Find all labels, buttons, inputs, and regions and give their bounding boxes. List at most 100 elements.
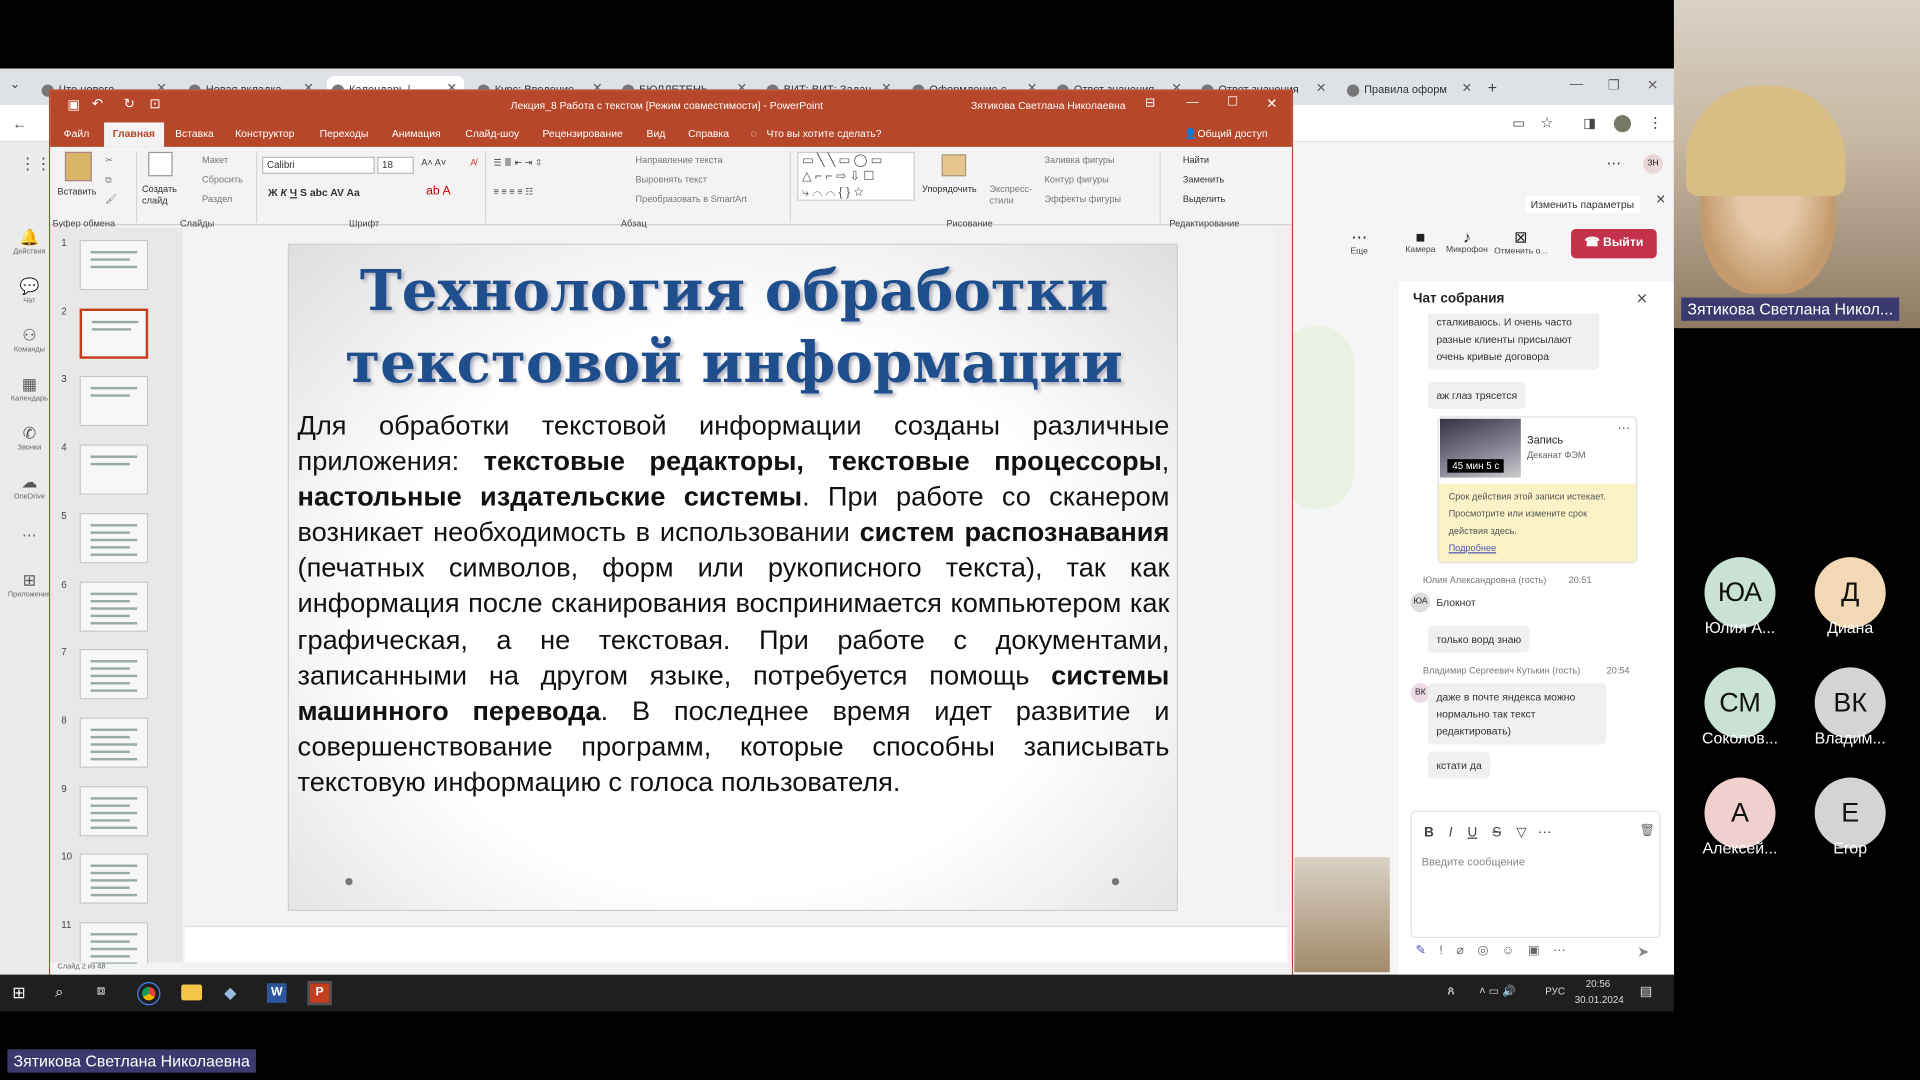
underline-icon[interactable]: U xyxy=(1468,825,1478,840)
meeting-control[interactable]: ⋯ Еще xyxy=(1332,228,1386,256)
tab-design[interactable]: Конструктор xyxy=(235,127,294,139)
restore-browser-icon[interactable]: ❐ xyxy=(1608,77,1620,93)
back-icon[interactable]: ← xyxy=(12,115,27,132)
tab-home[interactable]: Главная xyxy=(104,122,164,147)
strikethrough-icon[interactable]: S xyxy=(1492,825,1501,840)
signed-in-user[interactable]: Зятикова Светлана Николаевна xyxy=(971,99,1126,111)
smartart-button[interactable]: Преобразовать в SmartArt xyxy=(636,193,747,204)
shape-effects-button[interactable]: Эффекты фигуры xyxy=(1044,193,1121,204)
emoji-icon[interactable]: ☺ xyxy=(1502,944,1515,957)
pen-app-icon[interactable]: ◆ xyxy=(224,983,236,1003)
copy-icon[interactable]: ⧉ xyxy=(105,174,112,186)
align-icons[interactable]: ≡ ≡ ≡ ≡ ☷ xyxy=(493,186,533,197)
clock-time[interactable]: 20:56 xyxy=(1586,978,1611,989)
close-browser-icon[interactable]: ✕ xyxy=(1647,77,1658,93)
tray-icons[interactable]: ˄ ▭ 🔊 xyxy=(1479,984,1516,997)
tab-slideshow[interactable]: Слайд-шоу xyxy=(465,127,519,139)
attach-icon[interactable]: ⌀ xyxy=(1456,944,1463,957)
new-tab-button[interactable]: + xyxy=(1488,78,1497,96)
word-icon[interactable]: W xyxy=(266,983,287,1003)
teams-rail-item[interactable]: ✆ Звонки xyxy=(5,424,54,452)
cast-icon[interactable]: ▭ xyxy=(1512,115,1525,131)
italic-icon[interactable]: I xyxy=(1449,825,1453,840)
redo-icon[interactable]: ↻ xyxy=(124,96,135,112)
change-params-button[interactable]: Изменить параметры xyxy=(1525,195,1639,214)
more-actions-icon[interactable]: ⋯ xyxy=(1553,944,1565,957)
language-indicator[interactable]: РУС xyxy=(1545,986,1565,997)
list-icons[interactable]: ☰ ≣ ⇤ ⇥ ⇳ xyxy=(493,157,542,168)
layout-button[interactable]: Макет xyxy=(202,154,228,165)
font-format-icons[interactable]: Ж К Ч S abc AV Aa xyxy=(268,186,360,198)
new-slide-icon[interactable] xyxy=(148,151,173,177)
notifications-icon[interactable]: ▤ xyxy=(1640,983,1653,999)
align-text-button[interactable]: Выровнять текст xyxy=(636,174,708,185)
slide-thumbnail[interactable] xyxy=(79,581,149,632)
close-tab-icon[interactable]: ✕ xyxy=(1462,82,1472,95)
clear-format-icon[interactable]: A̸ xyxy=(470,157,476,168)
leave-button[interactable]: ☎ Выйти xyxy=(1571,228,1657,259)
message-input[interactable]: Введите сообщение xyxy=(1422,856,1525,868)
tab-help[interactable]: Справка xyxy=(688,127,729,139)
slide-canvas[interactable]: Технология обработки текстовой информаци… xyxy=(287,243,1178,912)
slide-thumbnail[interactable] xyxy=(79,785,149,836)
find-button[interactable]: Найти xyxy=(1183,154,1209,165)
clock-date[interactable]: 30.01.2024 xyxy=(1575,994,1624,1005)
minimize-browser-icon[interactable]: — xyxy=(1570,77,1583,92)
slide-thumbnail[interactable] xyxy=(79,853,149,905)
close-chat-icon[interactable]: ✕ xyxy=(1636,290,1648,307)
close-icon[interactable]: ✕ xyxy=(1266,96,1277,112)
font-color-icon[interactable]: ab A xyxy=(426,185,451,198)
tab-file[interactable]: Файл xyxy=(64,127,90,139)
browser-tab[interactable]: Правила оформ ✕ xyxy=(1342,76,1479,105)
tab-animations[interactable]: Анимация xyxy=(392,127,441,139)
font-name-select[interactable]: Calibri xyxy=(262,156,375,174)
slide-body-text[interactable]: Для обработки текстовой информации созда… xyxy=(298,408,1170,800)
bookmark-star-icon[interactable]: ☆ xyxy=(1540,114,1553,131)
meeting-control[interactable]: ♪ Микрофон xyxy=(1440,228,1494,255)
bold-icon[interactable]: B xyxy=(1424,825,1434,840)
people-icon[interactable]: ጰ xyxy=(1447,984,1454,997)
slide-thumbnail[interactable] xyxy=(79,240,149,291)
close-tab-icon[interactable]: ✕ xyxy=(1316,82,1326,95)
slide-thumbnail[interactable] xyxy=(79,717,149,768)
undo-icon[interactable]: ↶ xyxy=(92,96,103,112)
browser-menu-icon[interactable]: ⋮ xyxy=(1648,114,1663,131)
powerpoint-icon[interactable]: P xyxy=(307,980,332,1006)
shapes-gallery[interactable]: ▭ ╲ ╲ ▭ ◯ ▭ △ ⌐ ⌐ ⇨ ⇩ ☐ ⤷ ⌒ ⌒ { } ☆ xyxy=(797,151,915,201)
quick-styles-button[interactable]: Экспресс-стили xyxy=(989,184,1036,206)
avatar[interactable]: ЗН xyxy=(1643,154,1663,174)
slide-scrollbar[interactable] xyxy=(1274,227,1290,914)
share-button[interactable]: Общий доступ xyxy=(1198,127,1268,139)
font-size-select[interactable]: 18 xyxy=(377,156,414,174)
section-button[interactable]: Раздел xyxy=(202,193,232,204)
save-icon[interactable]: ▣ xyxy=(67,97,80,113)
tell-me-input[interactable]: Что вы хотите сделать? xyxy=(767,127,882,139)
recording-more-link[interactable]: Подробнее xyxy=(1449,540,1627,557)
urgent-icon[interactable]: ! xyxy=(1439,944,1442,957)
ribbon-display-icon[interactable]: ⊟ xyxy=(1145,97,1155,110)
teams-rail-item[interactable]: ⊞ Приложения xyxy=(5,571,54,599)
paste-icon[interactable] xyxy=(64,151,92,182)
select-button[interactable]: Выделить xyxy=(1183,193,1225,204)
file-explorer-icon[interactable] xyxy=(181,984,203,1001)
present-icon[interactable]: ⊡ xyxy=(149,96,160,112)
more-apps-icon[interactable]: ⋯ xyxy=(22,527,37,544)
slide-thumbnail[interactable] xyxy=(79,512,149,564)
more-options-icon[interactable]: ⋯ xyxy=(1607,154,1622,171)
teams-rail-item[interactable]: 💬 Чат xyxy=(5,277,54,305)
tab-review[interactable]: Рецензирование xyxy=(542,127,622,139)
format-pen-icon[interactable]: ✎ xyxy=(1416,944,1426,957)
text-direction-button[interactable]: Направление текста xyxy=(636,154,723,165)
teams-rail-item[interactable]: ⚇ Команды xyxy=(5,326,54,354)
maximize-icon[interactable]: ☐ xyxy=(1227,96,1238,109)
recording-more-icon[interactable]: ⋯ xyxy=(1618,422,1630,435)
teams-rail-item[interactable]: ☁ OneDrive xyxy=(5,473,54,501)
tab-insert[interactable]: Вставка xyxy=(175,127,214,139)
new-slide-button[interactable]: Создать слайд xyxy=(142,184,181,206)
recording-card[interactable]: 45 мин 5 с Запись Деканат ФЭМ ⋯ Срок дей… xyxy=(1437,416,1638,564)
search-icon[interactable]: ⌕ xyxy=(55,983,63,1001)
paste-button[interactable]: Вставить xyxy=(58,186,97,197)
gif-icon[interactable]: ▣ xyxy=(1528,944,1540,957)
sidepanel-icon[interactable]: ◨ xyxy=(1583,115,1596,131)
reset-button[interactable]: Сбросить xyxy=(202,174,243,185)
